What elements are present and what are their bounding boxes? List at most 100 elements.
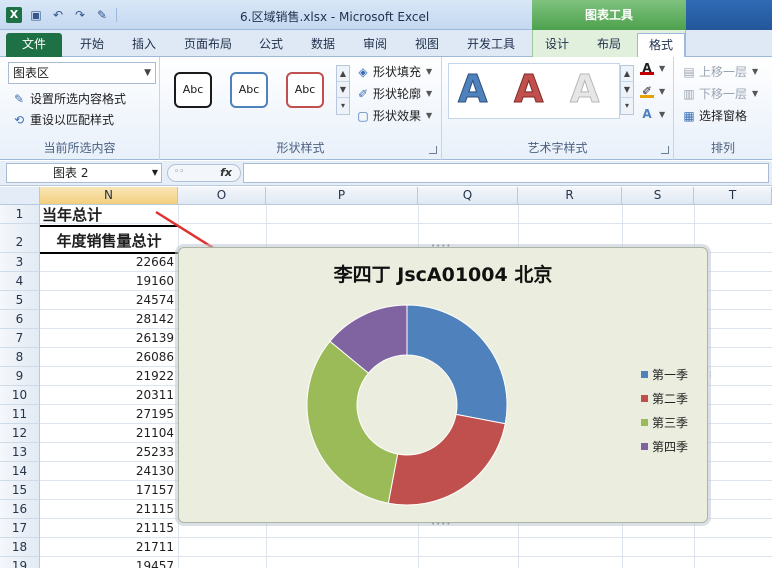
format-painter-icon[interactable]: ✎ bbox=[94, 7, 110, 23]
cell-value[interactable]: 24574 bbox=[40, 291, 175, 310]
dialog-launcher-icon[interactable] bbox=[661, 146, 669, 154]
tab-design[interactable]: 设计 bbox=[537, 33, 577, 57]
row-header[interactable]: 17 bbox=[0, 519, 40, 538]
chevron-down-icon[interactable]: ▼ bbox=[144, 63, 151, 83]
row-header[interactable]: 12 bbox=[0, 424, 40, 443]
cell-value[interactable]: 21711 bbox=[40, 538, 175, 557]
row-header[interactable]: 3 bbox=[0, 253, 40, 272]
row-header[interactable]: 1 bbox=[0, 205, 40, 224]
cell-value[interactable]: 19457 bbox=[40, 557, 175, 568]
legend-item[interactable]: 第三季 bbox=[641, 410, 688, 434]
tab-layout[interactable]: 布局 bbox=[589, 33, 629, 57]
wordart-style-red[interactable]: A bbox=[513, 67, 543, 112]
chart-legend[interactable]: 第一季 第二季 第三季 第四季 bbox=[641, 362, 688, 458]
expand-icon[interactable]: ◦◦ bbox=[174, 165, 185, 180]
shape-style-blue[interactable]: Abc bbox=[230, 72, 268, 108]
legend-item[interactable]: 第二季 bbox=[641, 386, 688, 410]
row-header[interactable]: 16 bbox=[0, 500, 40, 519]
text-fill-button[interactable]: A ▼ bbox=[640, 61, 665, 75]
excel-app-icon[interactable]: X bbox=[6, 7, 22, 23]
tab-review[interactable]: 审阅 bbox=[355, 33, 395, 57]
legend-item[interactable]: 第一季 bbox=[641, 362, 688, 386]
save-icon[interactable]: ▣ bbox=[28, 7, 44, 23]
row-header[interactable]: 10 bbox=[0, 386, 40, 405]
wordart-style-light[interactable]: A bbox=[569, 67, 599, 112]
row-header[interactable]: 4 bbox=[0, 272, 40, 291]
cell-value[interactable]: 26086 bbox=[40, 348, 175, 367]
donut-slice[interactable] bbox=[387, 413, 506, 506]
tab-developer[interactable]: 开发工具 bbox=[459, 33, 523, 57]
chevron-down-icon[interactable]: ▼ bbox=[152, 164, 158, 182]
cell-value[interactable]: 28142 bbox=[40, 310, 175, 329]
cell-value[interactable]: 26139 bbox=[40, 329, 175, 348]
tab-home[interactable]: 开始 bbox=[72, 33, 112, 57]
column-header-n[interactable]: N bbox=[40, 187, 178, 205]
undo-icon[interactable]: ↶ bbox=[50, 7, 66, 23]
format-selection-button[interactable]: ✎ 设置所选内容格式 bbox=[12, 90, 126, 107]
scroll-down-icon[interactable]: ▼ bbox=[337, 82, 349, 98]
tab-file[interactable]: 文件 bbox=[6, 33, 62, 57]
shape-style-gallery-scroll[interactable]: ▲ ▼ ▾ bbox=[336, 65, 350, 115]
row-header[interactable]: 6 bbox=[0, 310, 40, 329]
name-box[interactable]: 图表 2 ▼ bbox=[6, 163, 162, 183]
gallery-more-icon[interactable]: ▾ bbox=[621, 98, 633, 114]
row-header[interactable]: 11 bbox=[0, 405, 40, 424]
cell-value[interactable]: 21922 bbox=[40, 367, 175, 386]
selection-pane-button[interactable]: ▦ 选择窗格 bbox=[682, 107, 747, 124]
row-header[interactable]: 2 bbox=[0, 224, 40, 253]
shape-effects-button[interactable]: ▢ 形状效果 ▼ bbox=[356, 107, 432, 124]
shape-outline-button[interactable]: ✐ 形状轮廓 ▼ bbox=[356, 85, 432, 102]
legend-item[interactable]: 第四季 bbox=[641, 434, 688, 458]
donut-slice[interactable] bbox=[406, 304, 508, 425]
row-header[interactable]: 13 bbox=[0, 443, 40, 462]
cell-value[interactable]: 27195 bbox=[40, 405, 175, 424]
cell-value[interactable]: 24130 bbox=[40, 462, 175, 481]
donut-slice[interactable] bbox=[306, 340, 399, 504]
column-header-q[interactable]: Q bbox=[418, 187, 518, 205]
chart-area[interactable]: •••• •••• ⋮ ⋮ 李四丁 JscA01004 北京 第一季 第二季 第三季… bbox=[175, 243, 714, 528]
bring-forward-button[interactable]: ▤ 上移一层 ▼ bbox=[682, 63, 758, 80]
row-header[interactable]: 18 bbox=[0, 538, 40, 557]
tab-formulas[interactable]: 公式 bbox=[251, 33, 291, 57]
row-header[interactable]: 7 bbox=[0, 329, 40, 348]
row-header[interactable]: 8 bbox=[0, 348, 40, 367]
row-header[interactable]: 9 bbox=[0, 367, 40, 386]
scroll-down-icon[interactable]: ▼ bbox=[621, 82, 633, 98]
tab-insert[interactable]: 插入 bbox=[124, 33, 164, 57]
reset-style-button[interactable]: ⟲ 重设以匹配样式 bbox=[12, 111, 114, 128]
column-header-t[interactable]: T bbox=[694, 187, 772, 205]
shape-fill-button[interactable]: ◈ 形状填充 ▼ bbox=[356, 63, 432, 80]
redo-icon[interactable]: ↷ bbox=[72, 7, 88, 23]
row-header[interactable]: 15 bbox=[0, 481, 40, 500]
insert-function-button[interactable]: fx bbox=[220, 165, 232, 181]
row-header[interactable]: 5 bbox=[0, 291, 40, 310]
wordart-gallery-scroll[interactable]: ▲ ▼ ▾ bbox=[620, 65, 634, 115]
row-header[interactable]: 14 bbox=[0, 462, 40, 481]
text-outline-button[interactable]: ✐ ▼ bbox=[640, 84, 665, 98]
dialog-launcher-icon[interactable] bbox=[429, 146, 437, 154]
cell-value[interactable]: 21104 bbox=[40, 424, 175, 443]
select-all-corner[interactable] bbox=[0, 187, 40, 205]
tab-view[interactable]: 视图 bbox=[407, 33, 447, 57]
cell-value[interactable]: 17157 bbox=[40, 481, 175, 500]
tab-format[interactable]: 格式 bbox=[637, 33, 685, 57]
tab-data[interactable]: 数据 bbox=[303, 33, 343, 57]
chart-element-combo[interactable]: 图表区 ▼ bbox=[8, 62, 156, 84]
shape-style-red[interactable]: Abc bbox=[286, 72, 324, 108]
tab-page-layout[interactable]: 页面布局 bbox=[176, 33, 240, 57]
column-header-o[interactable]: O bbox=[178, 187, 266, 205]
row-header[interactable]: 19 bbox=[0, 557, 40, 568]
formula-input[interactable] bbox=[243, 163, 769, 183]
cell-value[interactable]: 21115 bbox=[40, 519, 175, 538]
cell-value[interactable]: 20311 bbox=[40, 386, 175, 405]
text-effects-button[interactable]: A ▼ bbox=[640, 107, 665, 121]
scroll-up-icon[interactable]: ▲ bbox=[337, 66, 349, 82]
column-header-r[interactable]: R bbox=[518, 187, 622, 205]
send-backward-button[interactable]: ▥ 下移一层 ▼ bbox=[682, 85, 758, 102]
cell-value[interactable]: 25233 bbox=[40, 443, 175, 462]
gallery-more-icon[interactable]: ▾ bbox=[337, 98, 349, 114]
shape-style-black[interactable]: Abc bbox=[174, 72, 212, 108]
cell-n1[interactable]: 当年总计 bbox=[42, 205, 102, 225]
column-header-p[interactable]: P bbox=[266, 187, 418, 205]
wordart-style-blue[interactable]: A bbox=[457, 67, 487, 112]
